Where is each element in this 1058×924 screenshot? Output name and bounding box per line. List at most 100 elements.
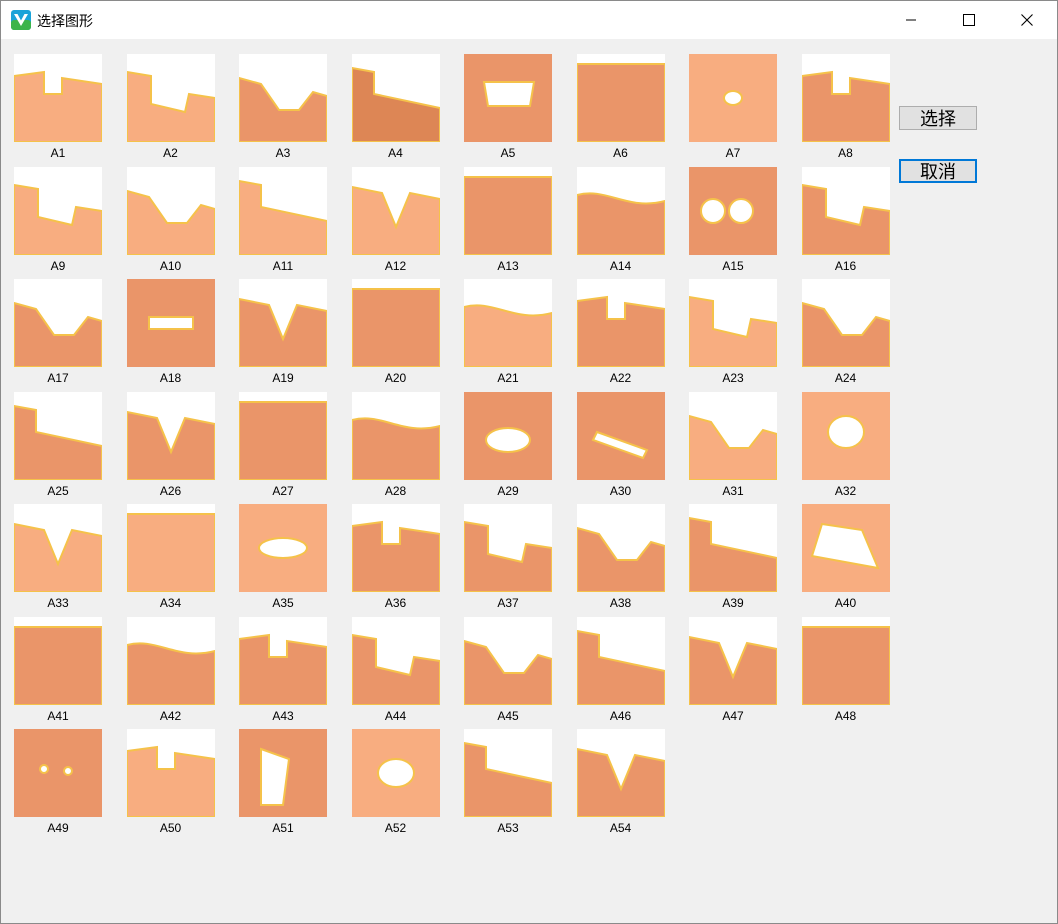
- shape-item-a17[interactable]: A17: [14, 279, 118, 389]
- shape-label: A30: [609, 483, 632, 498]
- maximize-button[interactable]: [941, 1, 997, 39]
- close-button[interactable]: [999, 1, 1055, 39]
- plate-body: [801, 625, 890, 705]
- shape-item-a21[interactable]: A21: [464, 279, 568, 389]
- shape-label: A45: [497, 708, 519, 723]
- shape-item-a22[interactable]: A22: [576, 279, 681, 389]
- shape-item-a34[interactable]: A34: [126, 504, 231, 614]
- shape-item-a38[interactable]: A38: [576, 504, 681, 614]
- shape-item-a10[interactable]: A10: [126, 166, 231, 277]
- shape-item-a54[interactable]: A54: [576, 729, 681, 839]
- shape-item-a18[interactable]: A18: [126, 279, 231, 389]
- shape-item-a37[interactable]: A37: [464, 504, 568, 614]
- shape-thumbnail: [126, 616, 215, 705]
- shape-item-a2[interactable]: A2: [126, 54, 231, 164]
- shape-item-a31[interactable]: A31: [689, 391, 793, 502]
- shape-item-a35[interactable]: A35: [239, 504, 343, 614]
- shape-item-a30[interactable]: A30: [576, 391, 681, 502]
- shape-item-a13[interactable]: A13: [464, 166, 568, 277]
- shape-thumbnail: [689, 504, 777, 592]
- shape-item-a46[interactable]: A46: [576, 616, 681, 727]
- shape-thumbnail: [464, 504, 552, 592]
- shape-label: A16: [834, 258, 857, 273]
- plate-cutout: [482, 81, 536, 107]
- shape-thumbnail: [239, 729, 327, 817]
- shape-item-a28[interactable]: A28: [351, 391, 456, 502]
- shape-item-a24[interactable]: A24: [801, 279, 906, 389]
- plate-body: [351, 416, 440, 480]
- shape-item-a29[interactable]: A29: [464, 391, 568, 502]
- select-button[interactable]: 选择: [899, 106, 977, 130]
- shape-label: A28: [384, 483, 407, 498]
- shape-item-a20[interactable]: A20: [351, 279, 456, 389]
- shape-item-a39[interactable]: A39: [689, 504, 793, 614]
- shape-thumbnail: [689, 279, 777, 367]
- shape-thumbnail: [351, 616, 440, 705]
- shape-thumbnail: [126, 166, 215, 255]
- shape-label: A49: [47, 821, 69, 835]
- shape-thumbnail: [689, 166, 777, 255]
- shape-item-a14[interactable]: A14: [576, 166, 681, 277]
- shape-label: A43: [272, 708, 294, 723]
- shape-label: A39: [722, 596, 744, 610]
- shape-item-a16[interactable]: A16: [801, 166, 906, 277]
- shape-item-a15[interactable]: A15: [689, 166, 793, 277]
- shape-label: A54: [609, 821, 632, 835]
- shape-item-a7[interactable]: A7: [689, 54, 793, 164]
- shape-item-a53[interactable]: A53: [464, 729, 568, 839]
- shape-item-a12[interactable]: A12: [351, 166, 456, 277]
- shape-item-a47[interactable]: A47: [689, 616, 793, 727]
- cancel-button[interactable]: 取消: [899, 159, 977, 183]
- plate-cutout: [260, 747, 291, 806]
- shape-item-a48[interactable]: A48: [801, 616, 906, 727]
- app-logo-icon: [11, 10, 31, 30]
- shape-item-a23[interactable]: A23: [689, 279, 793, 389]
- minimize-button[interactable]: [883, 1, 939, 39]
- shape-item-a42[interactable]: A42: [126, 616, 231, 727]
- shape-thumbnail: [689, 616, 777, 705]
- shape-item-a50[interactable]: A50: [126, 729, 231, 839]
- title-bar[interactable]: 选择图形: [1, 1, 1057, 39]
- shape-item-a27[interactable]: A27: [239, 391, 343, 502]
- maximize-icon: [963, 14, 975, 26]
- shape-thumbnail: [576, 166, 665, 255]
- shape-thumbnail: [801, 616, 890, 705]
- shape-item-a19[interactable]: A19: [239, 279, 343, 389]
- shape-thumbnail: [576, 504, 665, 592]
- shape-thumbnail: [576, 616, 665, 705]
- shape-item-a44[interactable]: A44: [351, 616, 456, 727]
- shape-thumbnail: [14, 729, 102, 817]
- shape-item-a33[interactable]: A33: [14, 504, 118, 614]
- shape-item-a52[interactable]: A52: [351, 729, 456, 839]
- shape-item-a32[interactable]: A32: [801, 391, 906, 502]
- shape-item-a9[interactable]: A9: [14, 166, 118, 277]
- shape-label: A11: [272, 258, 294, 273]
- shape-label: A38: [609, 596, 632, 610]
- shape-thumbnail: [576, 54, 665, 142]
- plate-cutout: [258, 537, 309, 559]
- shape-item-a41[interactable]: A41: [14, 616, 118, 727]
- shape-item-a8[interactable]: A8: [801, 54, 906, 164]
- shape-item-a45[interactable]: A45: [464, 616, 568, 727]
- shape-item-a1[interactable]: A1: [14, 54, 118, 164]
- shape-item-a6[interactable]: A6: [576, 54, 681, 164]
- shape-item-a26[interactable]: A26: [126, 391, 231, 502]
- shape-label: A32: [834, 483, 857, 498]
- shape-label: A6: [613, 146, 628, 160]
- shape-item-a11[interactable]: A11: [239, 166, 343, 277]
- shape-label: A40: [834, 596, 857, 610]
- shape-item-a51[interactable]: A51: [239, 729, 343, 839]
- shape-item-a4[interactable]: A4: [351, 54, 456, 164]
- shape-item-a36[interactable]: A36: [351, 504, 456, 614]
- shape-item-a25[interactable]: A25: [14, 391, 118, 502]
- shape-item-a43[interactable]: A43: [239, 616, 343, 727]
- shape-label: A42: [159, 708, 182, 723]
- shape-item-a40[interactable]: A40: [801, 504, 906, 614]
- shape-item-a3[interactable]: A3: [239, 54, 343, 164]
- shape-item-a5[interactable]: A5: [464, 54, 568, 164]
- plate-cutout: [723, 90, 744, 106]
- shape-item-a49[interactable]: A49: [14, 729, 118, 839]
- shape-label: A46: [609, 708, 632, 723]
- shape-thumbnail: [14, 391, 102, 480]
- shape-label: A15: [722, 258, 744, 273]
